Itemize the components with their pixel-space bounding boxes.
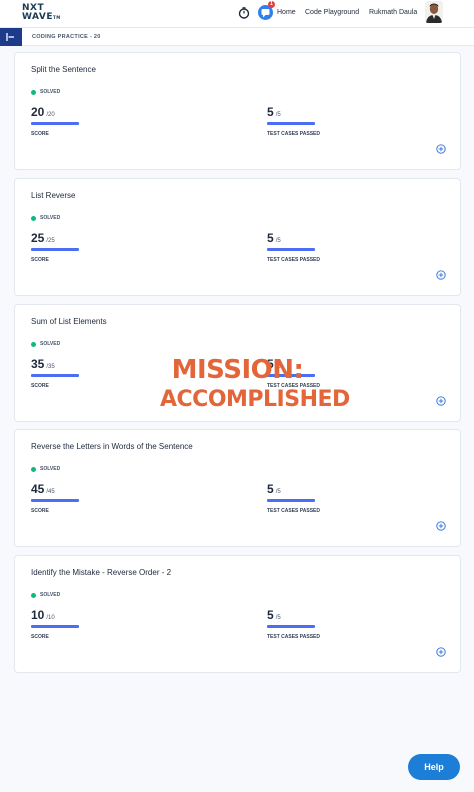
question-title[interactable]: Reverse the Letters in Words of the Sent… <box>31 442 193 451</box>
mission-accomplished-sticker: MISSION: ACCOMPLISHED <box>160 355 350 415</box>
sticker-line1: MISSION: <box>171 355 304 385</box>
score-total: /20 <box>46 112 55 118</box>
score-value: 20/20 <box>31 103 55 121</box>
breadcrumb: CODING PRACTICE - 20 <box>32 34 101 40</box>
score-bar <box>31 499 79 502</box>
solved-dot-icon <box>31 466 36 472</box>
score-label: SCORE <box>31 383 49 389</box>
notification-badge: 1 <box>268 1 275 8</box>
status-label: SOLVED <box>40 341 61 347</box>
help-button[interactable]: Help <box>408 754 460 780</box>
score-label: SCORE <box>31 508 49 514</box>
score-number: 10 <box>31 608 45 622</box>
tests-value: 5/5 <box>267 229 281 247</box>
score-bar <box>31 374 79 377</box>
tests-bar <box>267 625 315 628</box>
expand-plus-icon[interactable] <box>436 396 446 406</box>
solved-dot-icon <box>31 89 36 95</box>
score-total: /45 <box>46 489 55 495</box>
tests-total: /5 <box>275 615 281 621</box>
score-bar <box>31 625 79 628</box>
timer-icon[interactable] <box>238 7 250 19</box>
question-card: List Reverse SOLVED 25/25 SCORE 5/5 TEST… <box>14 178 461 296</box>
tests-label: TEST CASES PASSED <box>267 634 320 640</box>
logo-line2: WAVE <box>22 12 53 22</box>
tests-number: 5 <box>267 105 274 119</box>
tests-bar <box>267 122 315 125</box>
expand-plus-icon[interactable] <box>436 521 446 531</box>
question-card: Split the Sentence SOLVED 20/20 SCORE 5/… <box>14 52 461 170</box>
tests-number: 5 <box>267 482 274 496</box>
question-card: Identify the Mistake - Reverse Order - 2… <box>14 555 461 673</box>
question-title[interactable]: Sum of List Elements <box>31 317 107 326</box>
score-label: SCORE <box>31 131 49 137</box>
tests-bar <box>267 499 315 502</box>
solved-dot-icon <box>31 592 36 598</box>
score-value: 35/35 <box>31 355 55 373</box>
status-label: SOLVED <box>40 215 61 221</box>
avatar[interactable] <box>425 1 443 23</box>
score-total: /35 <box>46 364 55 370</box>
expand-plus-icon[interactable] <box>436 144 446 154</box>
expand-plus-icon[interactable] <box>436 270 446 280</box>
score-total: /10 <box>46 615 55 621</box>
score-label: SCORE <box>31 634 49 640</box>
tests-bar <box>267 248 315 251</box>
score-number: 35 <box>31 357 45 371</box>
score-bar <box>31 122 79 125</box>
tests-label: TEST CASES PASSED <box>267 257 320 263</box>
collapse-sidebar-icon <box>6 33 14 41</box>
score-number: 45 <box>31 482 45 496</box>
user-name[interactable]: Rukmath Daula <box>369 9 417 16</box>
solved-dot-icon <box>31 341 36 347</box>
score-bar <box>31 248 79 251</box>
nav-code-playground[interactable]: Code Playground <box>305 9 359 16</box>
tests-number: 5 <box>267 608 274 622</box>
sticker-line2: ACCOMPLISHED <box>160 387 350 412</box>
score-value: 25/25 <box>31 229 55 247</box>
status-label: SOLVED <box>40 89 61 95</box>
avatar-photo-icon <box>425 1 443 23</box>
score-number: 25 <box>31 231 45 245</box>
score-value: 45/45 <box>31 480 55 498</box>
nxtwave-logo[interactable]: NXT WAVETM <box>22 4 61 22</box>
question-title[interactable]: Identify the Mistake - Reverse Order - 2 <box>31 568 171 577</box>
score-value: 10/10 <box>31 606 55 624</box>
logo-tm: TM <box>53 15 61 20</box>
score-total: /25 <box>46 238 55 244</box>
expand-plus-icon[interactable] <box>436 647 446 657</box>
status-badge: SOLVED <box>31 341 60 347</box>
tests-total: /5 <box>275 112 281 118</box>
tests-value: 5/5 <box>267 606 281 624</box>
status-label: SOLVED <box>40 466 61 472</box>
tests-total: /5 <box>275 238 281 244</box>
tests-value: 5/5 <box>267 480 281 498</box>
tests-label: TEST CASES PASSED <box>267 508 320 514</box>
tests-value: 5/5 <box>267 103 281 121</box>
question-title[interactable]: Split the Sentence <box>31 65 96 74</box>
nav-home[interactable]: Home <box>277 9 296 16</box>
status-badge: SOLVED <box>31 89 60 95</box>
tests-total: /5 <box>275 489 281 495</box>
score-number: 20 <box>31 105 45 119</box>
question-title[interactable]: List Reverse <box>31 191 75 200</box>
status-badge: SOLVED <box>31 592 60 598</box>
status-label: SOLVED <box>40 592 61 598</box>
status-badge: SOLVED <box>31 466 60 472</box>
status-badge: SOLVED <box>31 215 60 221</box>
sidebar-toggle-button[interactable] <box>0 28 22 46</box>
tests-number: 5 <box>267 231 274 245</box>
score-label: SCORE <box>31 257 49 263</box>
solved-dot-icon <box>31 215 36 221</box>
tests-label: TEST CASES PASSED <box>267 131 320 137</box>
question-card: Reverse the Letters in Words of the Sent… <box>14 429 461 547</box>
